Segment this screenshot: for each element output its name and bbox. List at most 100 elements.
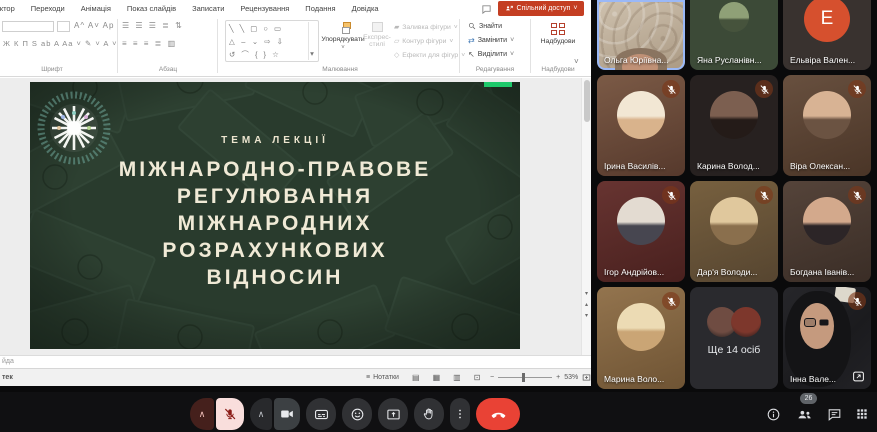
participant-name: Богдана Іванів... bbox=[790, 267, 854, 277]
glasses bbox=[804, 318, 816, 327]
muted-mic-indicator bbox=[848, 80, 866, 98]
pop-out-button[interactable] bbox=[850, 368, 866, 384]
shape-effects-icon: ◇ bbox=[394, 51, 399, 59]
participant-tile[interactable]: Ігор Андрійов... bbox=[597, 181, 685, 282]
select-button[interactable]: ↖ Виділити˅ bbox=[468, 50, 514, 59]
tab-view[interactable]: Подання bbox=[297, 4, 343, 13]
raise-hand-button[interactable] bbox=[414, 398, 444, 430]
meet-control-bar: ∧ ∧ bbox=[0, 392, 877, 432]
meeting-screen: Конструктор Переходи Анімація Показ слай… bbox=[0, 0, 877, 432]
quick-styles-icon bbox=[372, 22, 383, 32]
shapes-gallery[interactable]: ╲ ╲ ▢ ○ ▭ △ ⌣ ⌄ ⇨ ⇩ ↺ ⌒ { } ☆ ▾ bbox=[225, 20, 319, 62]
addins-button[interactable]: Надбудови bbox=[538, 23, 578, 45]
muted-mic-indicator bbox=[848, 292, 866, 310]
notes-pane[interactable]: йда bbox=[0, 355, 591, 368]
mic-off-icon bbox=[223, 407, 237, 421]
participant-tile[interactable]: Карина Волод... bbox=[690, 75, 778, 176]
camera-icon bbox=[280, 407, 294, 421]
info-icon bbox=[766, 407, 781, 422]
font-name-box[interactable] bbox=[2, 21, 54, 32]
end-call-button[interactable] bbox=[476, 398, 520, 430]
participant-tile[interactable]: Інна Вале... bbox=[783, 287, 871, 389]
participant-name: Ольга Юріївна... bbox=[604, 55, 669, 65]
participant-tile[interactable]: Марина Воло... bbox=[597, 287, 685, 389]
participant-tile[interactable]: Ірина Василів... bbox=[597, 75, 685, 176]
font-size-icons[interactable]: A^ A˅ Ap bbox=[74, 21, 114, 30]
find-button[interactable]: Знайти bbox=[468, 22, 502, 30]
participant-tile[interactable]: Ще 14 осіб bbox=[690, 287, 778, 389]
hand-icon bbox=[422, 407, 437, 422]
next-slide-icon[interactable]: ▾ bbox=[585, 312, 588, 319]
avatar bbox=[617, 303, 665, 351]
shape-effects-button: ◇Ефекти для фігур˅ bbox=[394, 51, 465, 59]
participant-name: Марина Воло... bbox=[604, 374, 664, 384]
present-button[interactable] bbox=[378, 398, 408, 430]
previous-slide-icon[interactable]: ▴ bbox=[585, 301, 588, 308]
tab-animations[interactable]: Анімація bbox=[73, 4, 119, 13]
present-icon bbox=[386, 407, 401, 422]
slide-sorter-icon[interactable]: ▦ bbox=[433, 373, 441, 382]
tab-slideshow[interactable]: Показ слайдів bbox=[119, 4, 184, 13]
group-label-editing: Редагування bbox=[464, 66, 526, 73]
participant-tile[interactable]: Яна Русланівн... bbox=[690, 0, 778, 70]
tab-transitions[interactable]: Переходи bbox=[23, 4, 73, 13]
avatar bbox=[710, 197, 758, 245]
reactions-button[interactable] bbox=[342, 398, 372, 430]
participant-tile[interactable]: Ольга Юріївна... bbox=[597, 0, 685, 70]
people-button[interactable] bbox=[794, 404, 814, 424]
share-button[interactable]: Спільний доступ ˅ bbox=[498, 1, 584, 16]
paragraph-list-icons[interactable]: ☰ ☰ ☰ ≣ ⇅ bbox=[122, 21, 184, 30]
paragraph-align-icons[interactable]: ≡ ≡ ≡ ≣ ▥ bbox=[122, 39, 177, 48]
font-style-icons[interactable]: Ж К П S ab A Aa ˅ ✎ ˅ A ˅ bbox=[3, 39, 117, 48]
zoom-in-icon[interactable]: + bbox=[556, 374, 560, 381]
more-participants-label: Ще 14 осіб bbox=[690, 344, 778, 356]
participant-tile[interactable]: Віра Олексан... bbox=[783, 75, 871, 176]
participant-tile[interactable]: Дар'я Володи... bbox=[690, 181, 778, 282]
arrange-button[interactable]: Упорядкувати ˅ bbox=[322, 22, 364, 51]
zoom-slider-thumb[interactable] bbox=[522, 373, 525, 382]
shape-outline-icon: ▱ bbox=[394, 37, 399, 45]
slideshow-icon[interactable]: ⊡ bbox=[474, 373, 481, 382]
replace-button[interactable]: ⇄ Замінити˅ bbox=[468, 36, 514, 45]
ribbon-collapse-icon[interactable]: ˅ bbox=[574, 57, 579, 66]
tab-review[interactable]: Рецензування bbox=[232, 4, 297, 13]
captions-button[interactable] bbox=[306, 398, 336, 430]
activities-button[interactable] bbox=[852, 404, 872, 424]
shapes-scroll-arrow[interactable]: ▾ bbox=[308, 22, 317, 60]
notes-toggle-button[interactable]: ≡ Нотатки bbox=[366, 374, 399, 381]
tab-design[interactable]: Конструктор bbox=[0, 4, 23, 13]
normal-view-icon[interactable]: ▤ bbox=[412, 373, 420, 382]
tab-help[interactable]: Довідка bbox=[344, 4, 387, 13]
mic-mute-button[interactable] bbox=[216, 398, 244, 430]
chat-button[interactable] bbox=[824, 404, 844, 424]
font-size-box[interactable] bbox=[57, 21, 70, 32]
arrange-icon bbox=[337, 22, 350, 34]
info-button[interactable] bbox=[763, 404, 783, 424]
scrollbar-thumb[interactable] bbox=[584, 80, 590, 122]
zoom-out-icon[interactable]: − bbox=[490, 374, 494, 381]
fit-to-window-icon[interactable] bbox=[582, 373, 591, 382]
muted-mic-indicator bbox=[662, 292, 680, 310]
camera-dropdown-button[interactable]: ∧ bbox=[250, 398, 272, 430]
zoom-slider[interactable] bbox=[498, 377, 552, 378]
slide-scrollbar[interactable]: ▾ ▴ ▾ bbox=[581, 78, 591, 355]
tab-record[interactable]: Записати bbox=[184, 4, 232, 13]
more-vertical-icon bbox=[453, 407, 467, 421]
avatar bbox=[617, 197, 665, 245]
participant-tile[interactable]: Богдана Іванів... bbox=[783, 181, 871, 282]
mic-off-icon bbox=[852, 296, 863, 307]
reading-view-icon[interactable]: ▥ bbox=[453, 373, 461, 382]
camera-button[interactable] bbox=[274, 398, 300, 430]
mic-off-icon bbox=[759, 190, 770, 201]
participant-tile[interactable]: ЕЕльвіра Вален... bbox=[783, 0, 871, 70]
zoom-level[interactable]: 53% bbox=[564, 374, 578, 381]
more-options-button[interactable] bbox=[450, 398, 470, 430]
scroll-down-icon[interactable]: ▾ bbox=[585, 290, 588, 297]
mic-dropdown-button[interactable]: ∧ bbox=[190, 398, 214, 430]
ppt-ribbon: A^ A˅ Ap Ж К П S ab A Aa ˅ ✎ ˅ A ˅ ☰ ☰ ☰… bbox=[0, 17, 591, 77]
chevron-up-icon: ∧ bbox=[199, 409, 206, 420]
chat-icon bbox=[827, 407, 842, 422]
chevron-down-icon: ˅ bbox=[573, 5, 577, 12]
muted-mic-indicator bbox=[848, 186, 866, 204]
quick-styles-button: Експрес- стилі bbox=[364, 22, 390, 48]
